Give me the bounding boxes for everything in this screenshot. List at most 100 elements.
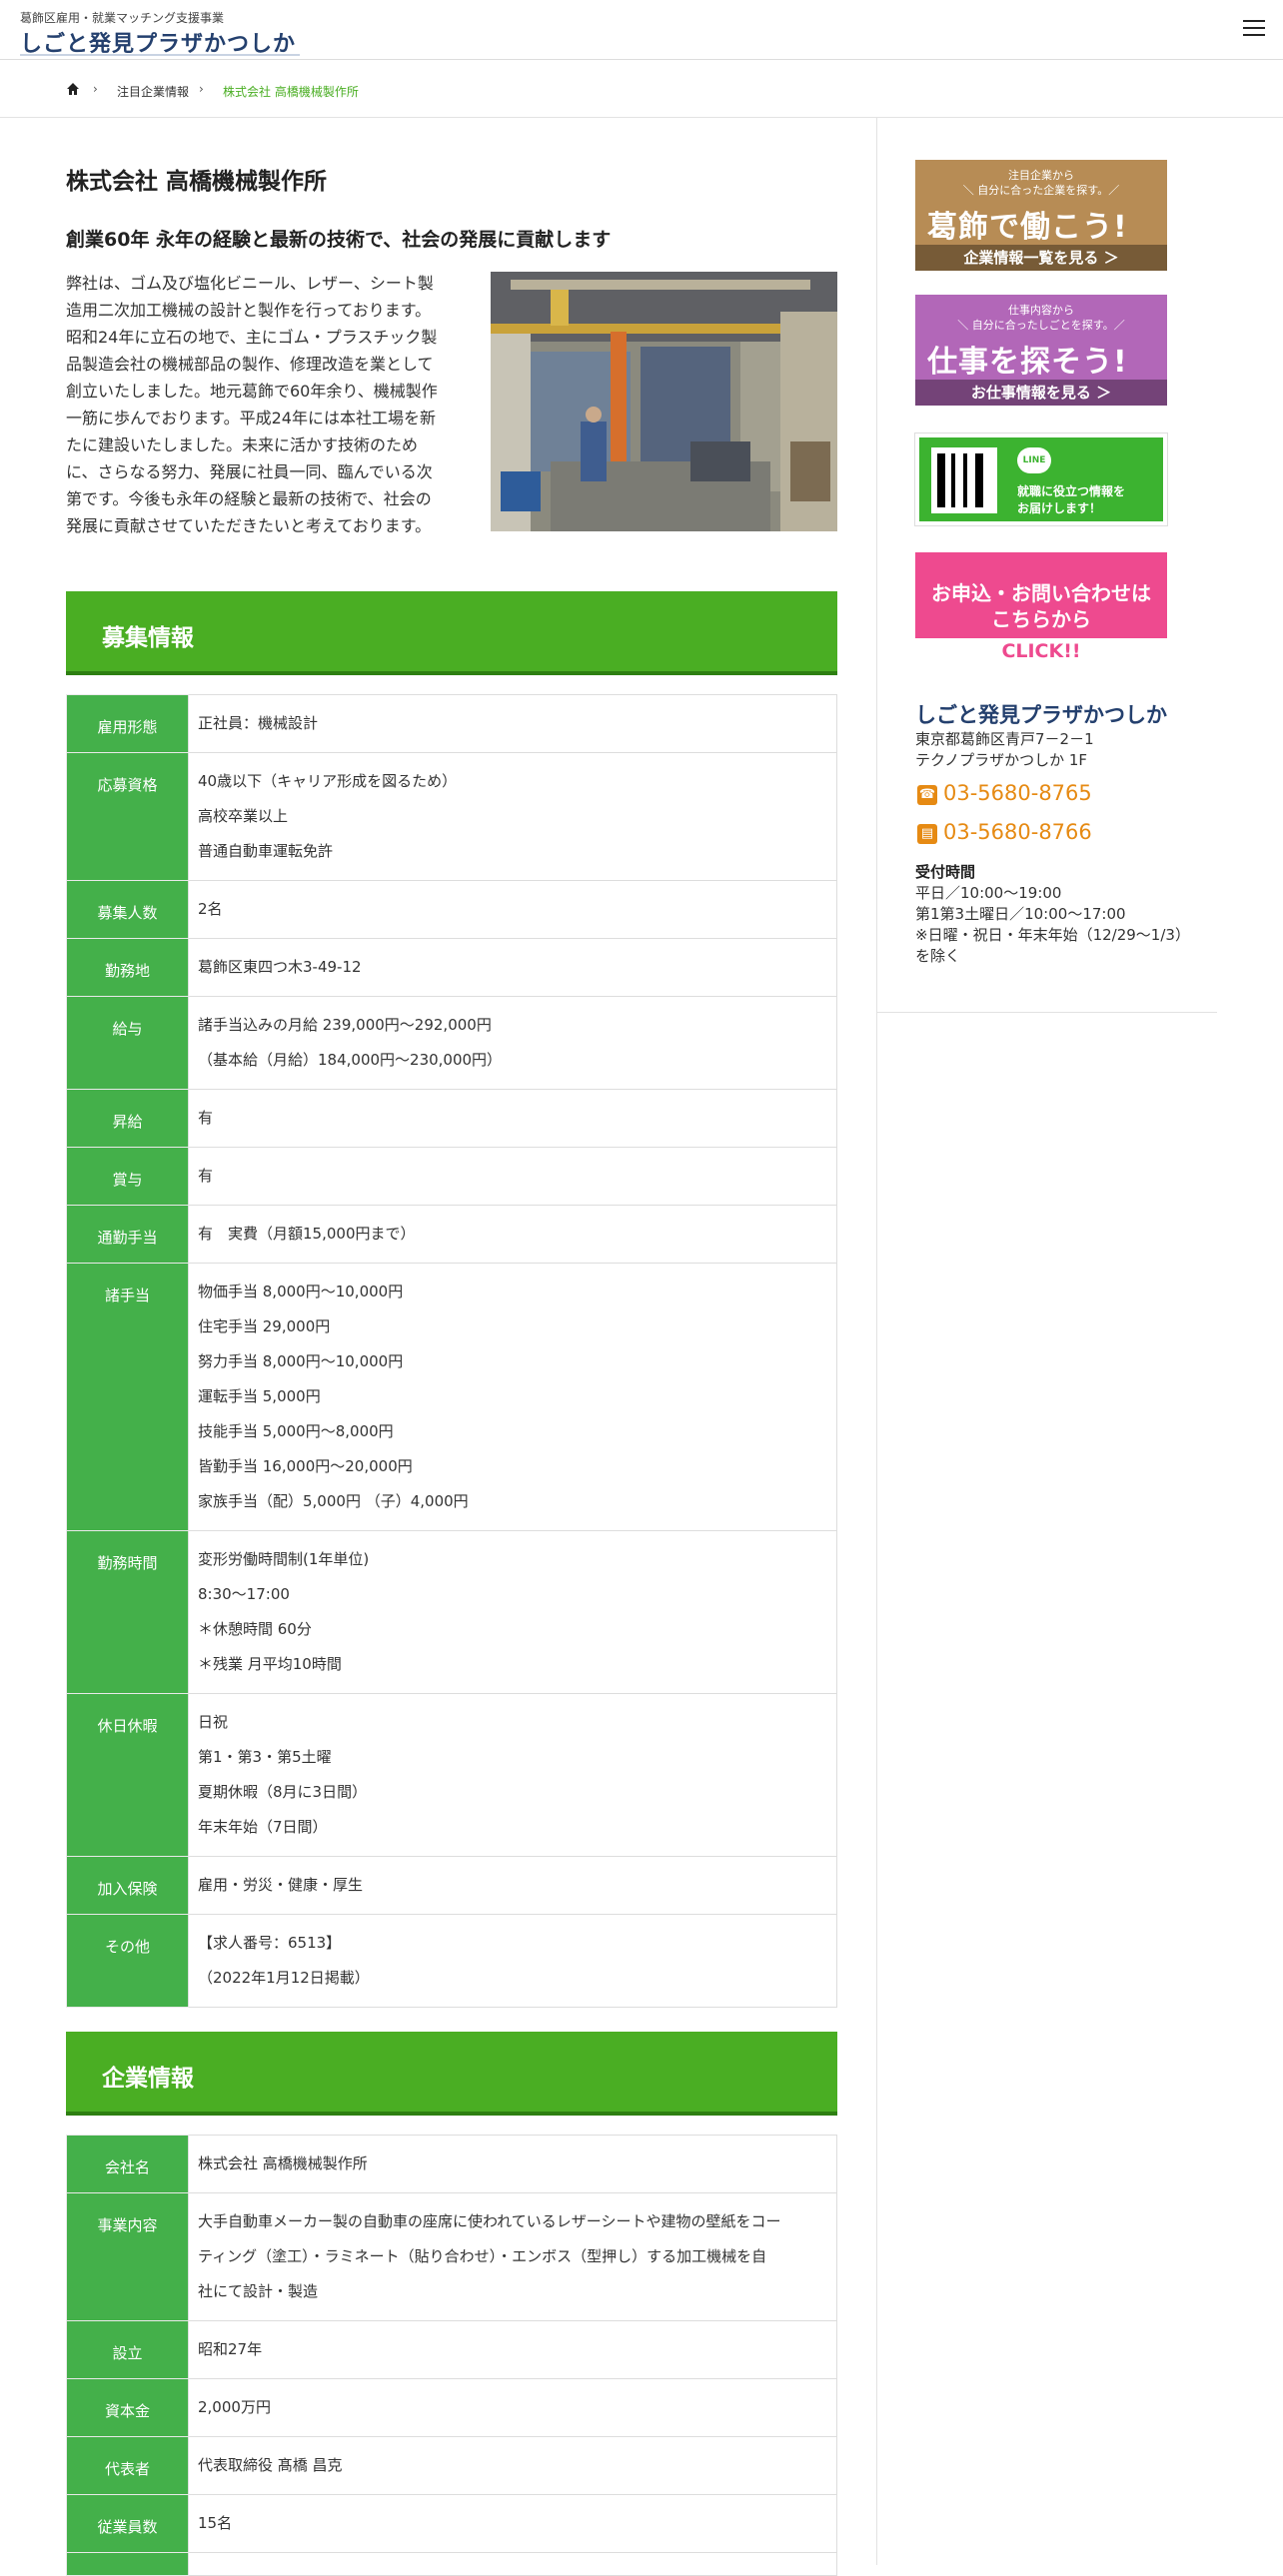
row-label: 賞与: [112, 1171, 143, 1189]
row-label-cell: 従業員数: [66, 2494, 189, 2553]
row-value: 第1・第3・第5土曜: [198, 1748, 332, 1766]
row-value: 2,000万円: [198, 2398, 271, 2416]
row-label: 会社名: [104, 2158, 150, 2176]
address-line: テクノプラザかつしか 1F: [915, 751, 1088, 769]
row-value-cell: 雇用・労災・健康・厚生: [188, 1856, 837, 1915]
banner-contact-text: こちらから: [991, 607, 1091, 631]
banner-contact-text: お申込・お問い合わせは: [931, 581, 1151, 605]
row-value: 有 実費（月額15,000円まで）: [198, 1225, 416, 1243]
row-value: 努力手当 8,000円～10,000円: [198, 1352, 404, 1370]
hours-line: 平日／10:00～19:00: [915, 884, 1062, 902]
row-label-cell: 資本金: [66, 2378, 189, 2437]
row-value-cell: 2,000万円: [188, 2378, 837, 2437]
row-value-cell: 株式会社 高橋機械製作所: [188, 2135, 837, 2193]
table-row: 従業員数 15名: [66, 2494, 837, 2553]
table-row: 給与 諸手当込みの月給 239,000円～292,000円 （基本給（月給）184,…: [66, 996, 837, 1090]
row-label-cell: 諸手当: [66, 1263, 189, 1531]
site-subtitle: 葛飾区雇用・就業マッチング支援事業: [20, 11, 225, 25]
row-value: 普通自動車運転免許: [198, 842, 334, 860]
home-icon[interactable]: [66, 82, 80, 96]
row-value: 大手自動車メーカー製の自動車の座席に使われているレザーシートや建物の壁紙をコー: [198, 2212, 781, 2230]
breadcrumb-item[interactable]: 注目企業情報: [117, 83, 189, 100]
row-label-cell: 会社名: [66, 2135, 189, 2193]
banner-job-search[interactable]: 仕事内容から ＼ 自分に合ったしごとを探す。／ 仕事を探そう! お仕事情報を見る …: [915, 295, 1167, 406]
row-value: （2022年1月12日掲載）: [198, 1969, 370, 1987]
hours-line: 第1第3土曜日／10:00～17:00: [915, 905, 1126, 923]
table-row: 休日休暇 日祝 第1・第3・第5土曜 夏期休暇（8月に3日間） 年末年始（7日間）: [66, 1693, 837, 1857]
row-value: 正社員：機械設計: [198, 714, 319, 732]
fax-info: ▤ 03-5680-8766: [917, 820, 1092, 844]
row-value-cell: 有: [188, 1147, 837, 1206]
row-label-cell: 通勤手当: [66, 1205, 189, 1264]
banner-line-text: お届けします！: [1017, 501, 1102, 515]
fax-icon: ▤: [917, 824, 937, 844]
row-label-cell: 応募資格: [66, 752, 189, 881]
banner-line[interactable]: LINE 就職に役立つ情報を お届けします！: [914, 432, 1168, 526]
row-label: 募集人数: [97, 904, 158, 922]
breadcrumb-current: 株式会社 高橋機械製作所: [223, 85, 359, 99]
row-label: 諸手当: [104, 1287, 150, 1304]
table-row: 昇給 有: [66, 1089, 837, 1148]
row-value-cell: 正社員：機械設計: [188, 694, 837, 753]
row-label-cell: 加入保険: [66, 1856, 189, 1915]
company-table: 会社名 株式会社 高橋機械製作所事業内容 大手自動車メーカー製の自動車の座席に使われ…: [66, 2135, 837, 2576]
table-row: その他 【求人番号：6513】 （2022年1月12日掲載）: [66, 1914, 837, 2008]
recruit-table: 雇用形態 正社員：機械設計 応募資格 40歳以下（キャリア形成を図るため） 高校卒業以上…: [66, 694, 837, 2008]
banner-contact[interactable]: お申込・お問い合わせは こちらから CLICK!!: [915, 552, 1167, 663]
row-value: 高校卒業以上: [198, 807, 289, 825]
row-value: 運転手当 5,000円: [198, 1387, 321, 1405]
site-header: 葛飾区雇用・就業マッチング支援事業 しごと発見プラザかつしか: [0, 0, 1283, 60]
intro-line: 発展に貢献させていただきたいと考えております。: [66, 516, 432, 535]
row-label: 代表者: [104, 2460, 150, 2478]
row-value-cell: 物価手当 8,000円～10,000円 住宅手当 29,000円 努力手当 8,00…: [188, 1263, 837, 1531]
tel-link[interactable]: ☎ 03-5680-8765: [917, 781, 1092, 805]
row-value: （基本給（月給）184,000円～230,000円）: [198, 1051, 503, 1069]
row-label-cell: 休日休暇: [66, 1693, 189, 1857]
click-label: CLICK!!: [915, 638, 1167, 663]
column-divider: [876, 118, 877, 2565]
row-value: 株式会社 高橋機械製作所: [198, 2154, 368, 2172]
row-label-cell: 給与: [66, 996, 189, 1090]
org-name: しごと発見プラザかつしか: [915, 703, 1167, 727]
row-label-cell: その他: [66, 1914, 189, 2008]
row-value-cell: 代表取締役 髙橋 昌克: [188, 2436, 837, 2495]
section-heading-company: 企業情報: [66, 2032, 837, 2116]
row-label: 雇用形態: [97, 718, 158, 736]
line-icon: LINE: [1017, 447, 1051, 473]
table-row: 代表者 代表取締役 髙橋 昌克: [66, 2436, 837, 2495]
row-value: 雇用・労災・健康・厚生: [198, 1876, 364, 1894]
banner-company-search[interactable]: 注目企業から ＼ 自分に合った企業を探す。／ 葛飾で働こう! 企業情報一覧を見る …: [915, 160, 1167, 271]
table-row: 賞与 有: [66, 1147, 837, 1206]
row-value: 年末年始（7日間）: [198, 1818, 328, 1836]
row-value: 変形労働時間制(1年単位): [198, 1550, 370, 1568]
row-value: 夏期休暇（8月に3日間）: [198, 1783, 368, 1801]
hours-label: 受付時間: [915, 863, 976, 881]
row-value: 15名: [198, 2514, 233, 2532]
menu-icon[interactable]: [1243, 20, 1265, 38]
factory-photo: [491, 272, 837, 531]
table-row: 諸手当 物価手当 8,000円～10,000円 住宅手当 29,000円 努力手当 8…: [66, 1263, 837, 1531]
row-value-cell: 葛飾区東四つ木3-49-12: [188, 938, 837, 997]
intro-text: 弊社は、ゴム及び塩化ビニール、レザー、シート製 造用二次加工機械の設計と製作を行っ…: [66, 270, 470, 539]
row-value: 8:30～17:00: [198, 1585, 290, 1603]
row-value: ＊休憩時間 60分: [198, 1620, 312, 1638]
row-label-cell: 事業内容: [66, 2192, 189, 2321]
row-value: 昭和27年: [198, 2340, 263, 2358]
row-label: 従業員数: [97, 2518, 158, 2536]
row-value: 皆勤手当 16,000円～20,000円: [198, 1457, 413, 1475]
banner-sub: ＼ 自分に合ったしごとを探す。／: [957, 319, 1125, 332]
row-value-cell: 変形労働時間制(1年単位) 8:30～17:00 ＊休憩時間 60分 ＊残業 月平均1…: [188, 1530, 837, 1694]
row-value-cell: 大手自動車メーカー製の自動車の座席に使われているレザーシートや建物の壁紙をコーテ…: [188, 2192, 837, 2321]
intro-line: 弊社は、ゴム及び塩化ビニール、レザー、シート製: [66, 274, 434, 293]
row-label-cell: [66, 2552, 189, 2576]
table-row: 雇用形態 正社員：機械設計: [66, 694, 837, 753]
table-row: 勤務時間 変形労働時間制(1年単位) 8:30～17:00 ＊休憩時間 60分 ＊残業 …: [66, 1530, 837, 1694]
phone-icon: ☎: [917, 785, 937, 805]
row-label: その他: [104, 1938, 150, 1956]
row-label-cell: 勤務地: [66, 938, 189, 997]
row-label-cell: 昇給: [66, 1089, 189, 1148]
table-row: 資本金 2,000万円: [66, 2378, 837, 2437]
row-label-cell: 代表者: [66, 2436, 189, 2495]
chevron-right-icon: ›: [199, 82, 204, 96]
banner-sub: ＼ 自分に合った企業を探す。／: [962, 184, 1120, 197]
